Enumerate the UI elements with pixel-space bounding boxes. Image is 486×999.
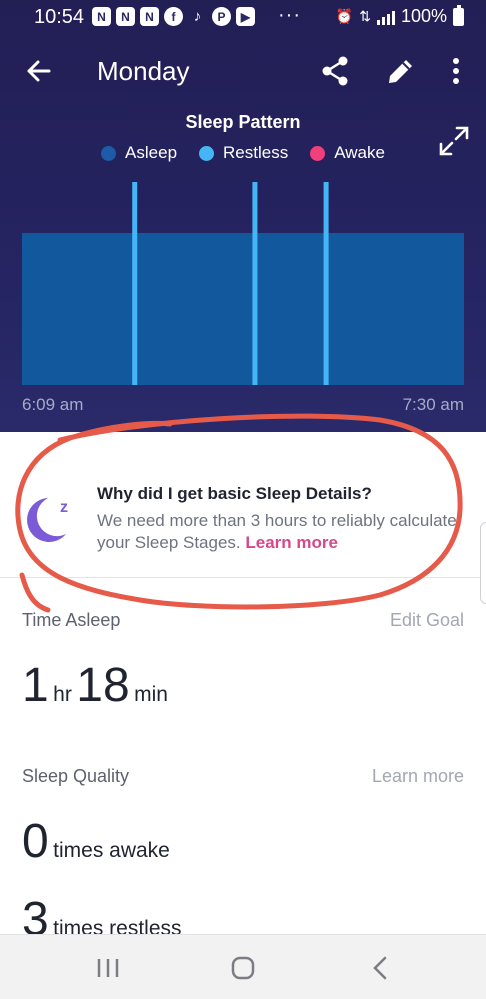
facebook-icon: f <box>164 7 183 26</box>
status-bar: 10:54 N N N f ♪ P ▶ ··· ⏰ ⇅ 100% <box>0 0 486 34</box>
system-back-button[interactable] <box>362 953 398 983</box>
app-bar: Monday <box>0 44 486 98</box>
legend-asleep: Asleep <box>101 143 177 163</box>
sleep-quality-label: Sleep Quality <box>22 766 130 786</box>
page-title: Monday <box>97 56 190 86</box>
edit-button[interactable] <box>384 54 418 88</box>
recent-apps-icon <box>97 959 119 977</box>
app-n-icon: N <box>116 7 135 26</box>
app-n-icon: N <box>140 7 159 26</box>
more-vert-icon <box>453 58 459 84</box>
system-icons: ⏰ ⇅ 100% <box>335 4 464 27</box>
app-n-icon: N <box>92 7 111 26</box>
hours-unit: hr <box>53 683 72 706</box>
back-arrow-icon <box>27 60 51 82</box>
asleep-bar <box>22 233 464 385</box>
more-options-button[interactable] <box>444 54 468 88</box>
minutes-value: 18 <box>76 659 130 712</box>
pencil-icon <box>389 60 412 83</box>
youtube-icon: ▶ <box>236 7 255 26</box>
expand-icon <box>439 126 469 156</box>
fullscreen-button[interactable] <box>437 124 471 158</box>
pinterest-icon: P <box>212 7 231 26</box>
legend-awake-label: Awake <box>334 143 385 162</box>
home-button[interactable] <box>225 953 261 983</box>
chart-legend: Asleep Restless Awake <box>0 143 486 163</box>
sleep-header-panel: 10:54 N N N f ♪ P ▶ ··· ⏰ ⇅ 100% Monday <box>0 0 486 432</box>
awake-count-row: 0 times awake <box>22 814 170 869</box>
legend-awake-dot <box>310 145 326 161</box>
restless-event-bar <box>252 182 258 385</box>
network-icon: ⇅ <box>359 8 371 24</box>
hours-value: 1 <box>22 659 49 712</box>
more-notifications-icon: ··· <box>278 4 301 26</box>
tiktok-icon: ♪ <box>193 8 202 25</box>
share-icon <box>322 56 348 86</box>
battery-level: 100% <box>400 6 447 26</box>
legend-asleep-dot <box>101 145 117 161</box>
legend-restless-label: Restless <box>223 143 289 162</box>
back-button[interactable] <box>22 54 56 88</box>
recent-apps-button[interactable] <box>90 953 126 983</box>
restless-event-bar <box>323 182 329 385</box>
legend-restless: Restless <box>199 143 288 163</box>
awake-count: 0 <box>22 815 49 868</box>
status-time: 10:54 <box>34 6 85 28</box>
signal-icon <box>376 9 395 25</box>
legend-asleep-label: Asleep <box>125 143 178 162</box>
home-icon <box>231 956 255 980</box>
share-button[interactable] <box>318 54 352 88</box>
system-navigation-bar <box>0 934 486 999</box>
restless-event-bar <box>132 182 138 385</box>
chevron-left-icon <box>373 956 387 980</box>
battery-icon <box>453 4 464 26</box>
alarm-icon: ⏰ <box>335 8 354 24</box>
notification-icons: N N N f ♪ P ▶ <box>92 7 255 26</box>
minutes-unit: min <box>134 683 168 706</box>
sleep-quality-learn-more[interactable]: Learn more <box>372 766 464 787</box>
sleep-pattern-chart <box>22 182 464 385</box>
legend-restless-dot <box>199 145 215 161</box>
time-asleep-value: 1 hr 18 min <box>22 658 168 713</box>
awake-text: times awake <box>53 839 170 862</box>
chart-title: Sleep Pattern <box>185 112 301 132</box>
red-annotation-circle <box>15 413 463 613</box>
legend-awake: Awake <box>310 143 385 163</box>
